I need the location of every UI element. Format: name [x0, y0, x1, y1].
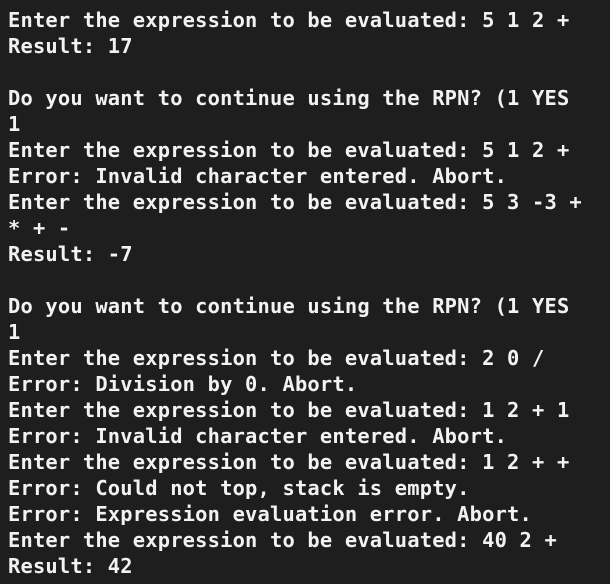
- terminal-line: Result: 42: [8, 554, 133, 578]
- terminal-line: Error: Invalid character entered. Abort.: [8, 164, 508, 188]
- terminal-line: Result: -7: [8, 242, 133, 266]
- terminal-line: Do you want to continue using the RPN? (…: [8, 294, 570, 318]
- terminal-line: Result: 17: [8, 34, 133, 58]
- terminal-line: Enter the expression to be evaluated: 5 …: [8, 8, 570, 32]
- terminal-line: Enter the expression to be evaluated: 1 …: [8, 450, 570, 474]
- terminal-line: 1: [8, 320, 21, 344]
- terminal-line: Enter the expression to be evaluated: 40…: [8, 528, 557, 552]
- terminal-line: 1: [8, 112, 21, 136]
- terminal-line: Error: Division by 0. Abort.: [8, 372, 358, 396]
- terminal-line: Error: Expression evaluation error. Abor…: [8, 502, 533, 526]
- terminal-line: Error: Could not top, stack is empty.: [8, 476, 470, 500]
- terminal-window[interactable]: Enter the expression to be evaluated: 5 …: [0, 0, 610, 584]
- terminal-line: Enter the expression to be evaluated: 1 …: [8, 398, 570, 422]
- terminal-line: Error: Invalid character entered. Abort.: [8, 424, 508, 448]
- terminal-line: * + -: [8, 216, 71, 240]
- terminal-line: Enter the expression to be evaluated: 5 …: [8, 138, 570, 162]
- terminal-line: Do you want to continue using the RPN? (…: [8, 86, 570, 110]
- terminal-line: Enter the expression to be evaluated: 2 …: [8, 346, 545, 370]
- terminal-line: Enter the expression to be evaluated: 5 …: [8, 190, 582, 214]
